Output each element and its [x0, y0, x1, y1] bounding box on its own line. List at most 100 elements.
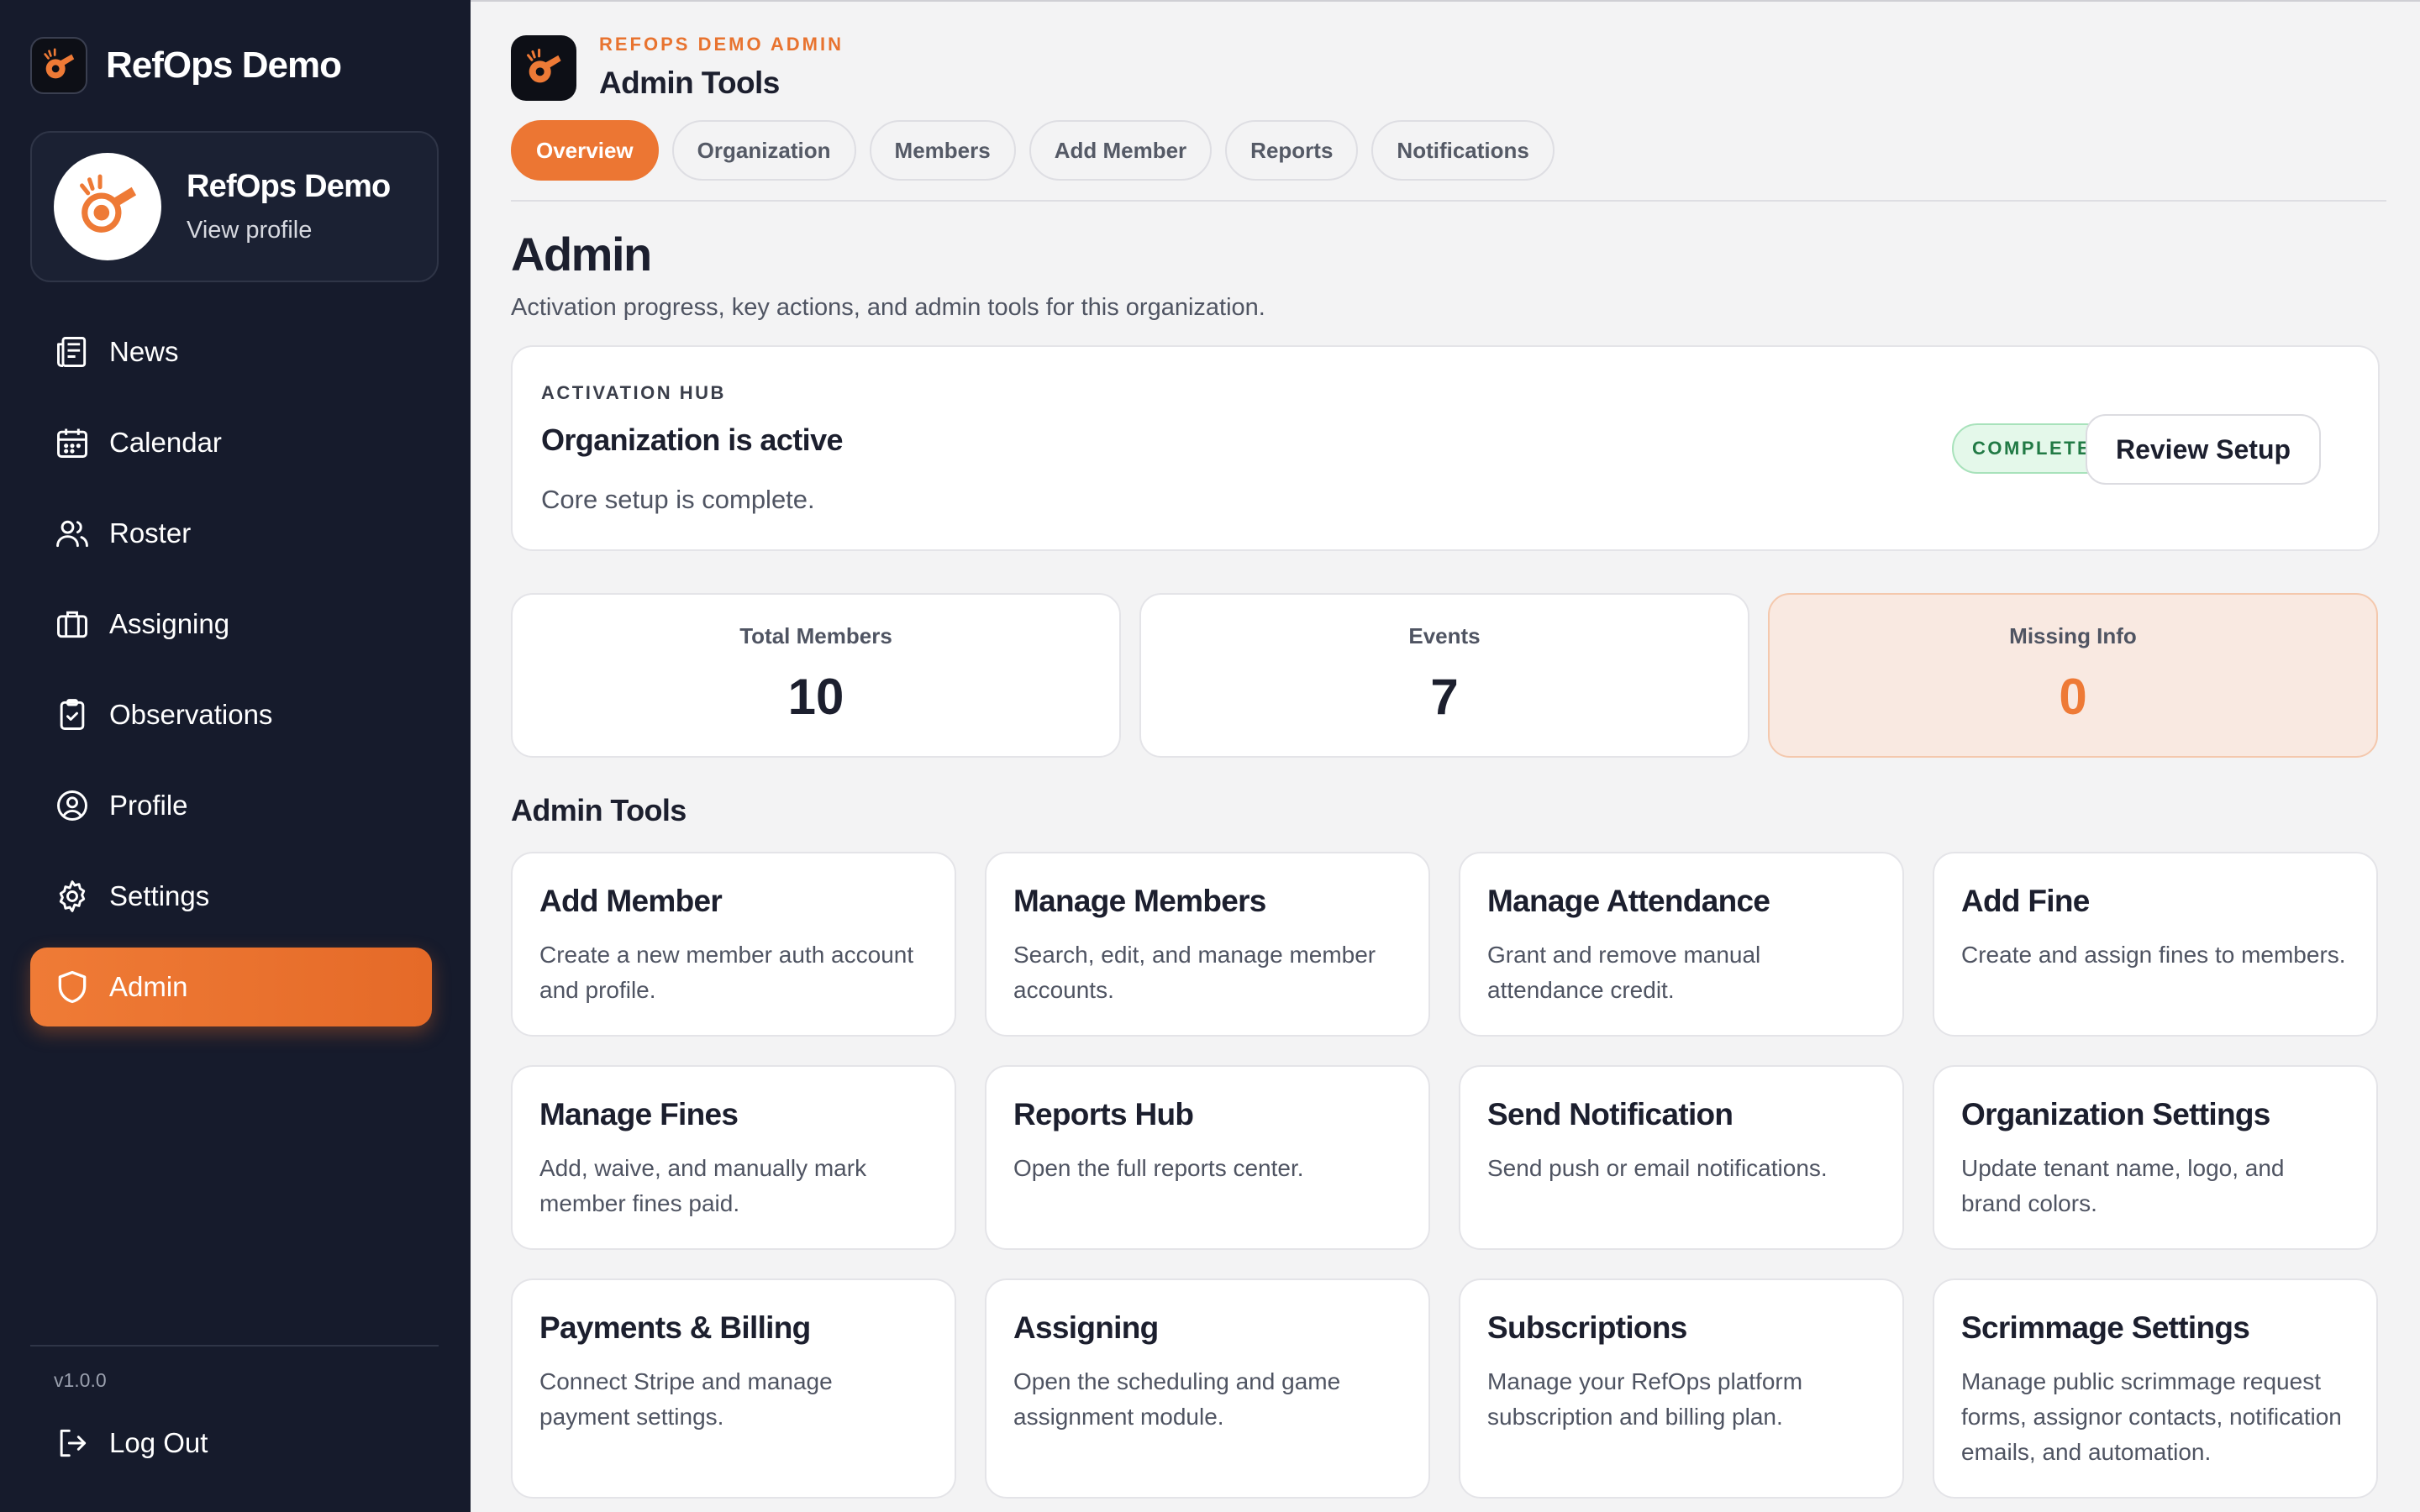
sidebar-nav: News Calendar Roster Assigning Observati…: [30, 312, 432, 1038]
review-setup-button[interactable]: Review Setup: [2086, 414, 2321, 485]
stat-label: Missing Info: [2009, 623, 2137, 648]
avatar: [54, 153, 161, 260]
brand-name: RefOps Demo: [106, 45, 342, 86]
sidebar-item-roster[interactable]: Roster: [30, 494, 432, 573]
whistle-icon: [80, 174, 137, 233]
shield-icon: [58, 970, 87, 1004]
sidebar-item-label: Calendar: [109, 427, 222, 458]
tool-description: Open the full reports center.: [1013, 1155, 1304, 1181]
tool-title: Add Member: [539, 884, 723, 918]
sidebar-item-settings[interactable]: Settings: [30, 857, 432, 936]
tool-title: Manage Fines: [539, 1097, 739, 1131]
header-kicker: REFOPS DEMO ADMIN: [599, 34, 844, 55]
tool-description: Update tenant name, logo, and brand colo…: [1961, 1155, 2285, 1216]
tool-card-add-member[interactable]: Add Member Create a new member auth acco…: [511, 852, 956, 1037]
tab-organization[interactable]: Organization: [671, 120, 856, 181]
tab-reports[interactable]: Reports: [1225, 120, 1359, 181]
page-title: Admin: [511, 228, 652, 281]
header-logo-icon: [511, 35, 576, 101]
tool-title: Manage Attendance: [1487, 884, 1770, 918]
hub-kicker: ACTIVATION HUB: [541, 382, 726, 403]
tool-card-send-notification[interactable]: Send Notification Send push or email not…: [1459, 1065, 1904, 1250]
sidebar-item-label: Assigning: [109, 608, 230, 639]
tool-title: Subscriptions: [1487, 1310, 1687, 1345]
profile-card[interactable]: RefOps Demo View profile: [30, 131, 439, 282]
tab-bar: Overview Organization Members Add Member…: [511, 120, 1568, 181]
clipboard-check-icon: [60, 699, 85, 730]
tool-description: Send push or email notifications.: [1487, 1155, 1828, 1181]
tool-description: Create a new member auth account and pro…: [539, 942, 914, 1003]
newspaper-icon: [57, 337, 87, 367]
tool-title: Organization Settings: [1961, 1097, 2270, 1131]
stat-label: Total Members: [739, 623, 892, 648]
sidebar-item-label: Settings: [109, 880, 210, 911]
tool-card-add-fine[interactable]: Add Fine Create and assign fines to memb…: [1933, 852, 2378, 1037]
tool-card-payments-billing[interactable]: Payments & Billing Connect Stripe and ma…: [511, 1278, 956, 1499]
stat-card-total-members: Total Members 10: [511, 593, 1121, 758]
gear-icon: [59, 880, 86, 912]
logout-icon: [60, 1429, 87, 1457]
top-border: [471, 0, 2420, 2]
tab-overview[interactable]: Overview: [511, 120, 659, 181]
tool-card-scrimmage-settings[interactable]: Scrimmage Settings Manage public scrimma…: [1933, 1278, 2378, 1499]
tool-card-manage-fines[interactable]: Manage Fines Add, waive, and manually ma…: [511, 1065, 956, 1250]
tab-add-member[interactable]: Add Member: [1028, 120, 1213, 181]
tool-description: Search, edit, and manage member accounts…: [1013, 942, 1376, 1003]
tool-title: Add Fine: [1961, 884, 2090, 918]
hub-description: Core setup is complete.: [541, 485, 815, 514]
briefcase-icon: [57, 611, 87, 638]
stat-value: 10: [787, 669, 844, 725]
sidebar-item-profile[interactable]: Profile: [30, 766, 432, 845]
sidebar-item-label: Admin: [109, 971, 188, 1002]
view-profile-link[interactable]: View profile: [187, 217, 390, 244]
sidebar: RefOps Demo RefOps Demo View profile New…: [0, 0, 471, 1512]
hub-title: Organization is active: [541, 423, 844, 457]
sidebar-item-assigning[interactable]: Assigning: [30, 585, 432, 664]
sidebar-item-news[interactable]: News: [30, 312, 432, 391]
brand[interactable]: RefOps Demo: [30, 37, 342, 94]
tool-card-organization-settings[interactable]: Organization Settings Update tenant name…: [1933, 1065, 2378, 1250]
sidebar-item-label: News: [109, 336, 179, 367]
sidebar-divider: [30, 1345, 439, 1347]
main-content: REFOPS DEMO ADMIN Admin Tools Overview O…: [471, 0, 2420, 1512]
tool-title: Manage Members: [1013, 884, 1266, 918]
tool-description: Manage public scrimmage request forms, a…: [1961, 1368, 2342, 1465]
header-title: Admin Tools: [599, 66, 780, 100]
tool-description: Add, waive, and manually mark member fin…: [539, 1155, 867, 1216]
tool-card-assigning[interactable]: Assigning Open the scheduling and game a…: [985, 1278, 1430, 1499]
profile-name: RefOps Demo: [187, 169, 391, 204]
stat-card-events: Events 7: [1139, 593, 1749, 758]
sidebar-item-calendar[interactable]: Calendar: [30, 403, 432, 482]
users-icon: [56, 520, 88, 548]
stat-value: 0: [2059, 669, 2087, 725]
tool-description: Open the scheduling and game assignment …: [1013, 1368, 1341, 1430]
sidebar-item-label: Profile: [109, 790, 188, 821]
tab-notifications[interactable]: Notifications: [1371, 120, 1555, 181]
tab-members[interactable]: Members: [869, 120, 1016, 181]
logout-label: Log Out: [109, 1427, 208, 1458]
sidebar-item-label: Observations: [109, 699, 273, 730]
logout-button[interactable]: Log Out: [54, 1425, 208, 1462]
tool-title: Send Notification: [1487, 1097, 1733, 1131]
stat-label: Events: [1408, 623, 1481, 648]
section-title: Admin Tools: [511, 793, 687, 827]
tabs-divider: [511, 200, 2386, 202]
tool-card-reports-hub[interactable]: Reports Hub Open the full reports center…: [985, 1065, 1430, 1250]
tool-card-manage-members[interactable]: Manage Members Search, edit, and manage …: [985, 852, 1430, 1037]
app-version: v1.0.0: [54, 1369, 107, 1391]
sidebar-item-observations[interactable]: Observations: [30, 675, 432, 754]
tool-description: Manage your RefOps platform subscription…: [1487, 1368, 1803, 1430]
tool-title: Reports Hub: [1013, 1097, 1194, 1131]
stat-value: 7: [1430, 669, 1459, 725]
tool-description: Grant and remove manual attendance credi…: [1487, 942, 1761, 1003]
page-subtitle: Activation progress, key actions, and ad…: [511, 294, 1265, 321]
tool-title: Payments & Billing: [539, 1310, 811, 1345]
tool-title: Scrimmage Settings: [1961, 1310, 2250, 1345]
tool-card-manage-attendance[interactable]: Manage Attendance Grant and remove manua…: [1459, 852, 1904, 1037]
calendar-icon: [57, 428, 87, 458]
tool-title: Assigning: [1013, 1310, 1159, 1345]
tool-card-subscriptions[interactable]: Subscriptions Manage your RefOps platfor…: [1459, 1278, 1904, 1499]
activation-hub-card: ACTIVATION HUB Organization is active Co…: [511, 345, 2380, 551]
tool-description: Create and assign fines to members.: [1961, 942, 2346, 968]
sidebar-item-admin[interactable]: Admin: [30, 948, 432, 1026]
